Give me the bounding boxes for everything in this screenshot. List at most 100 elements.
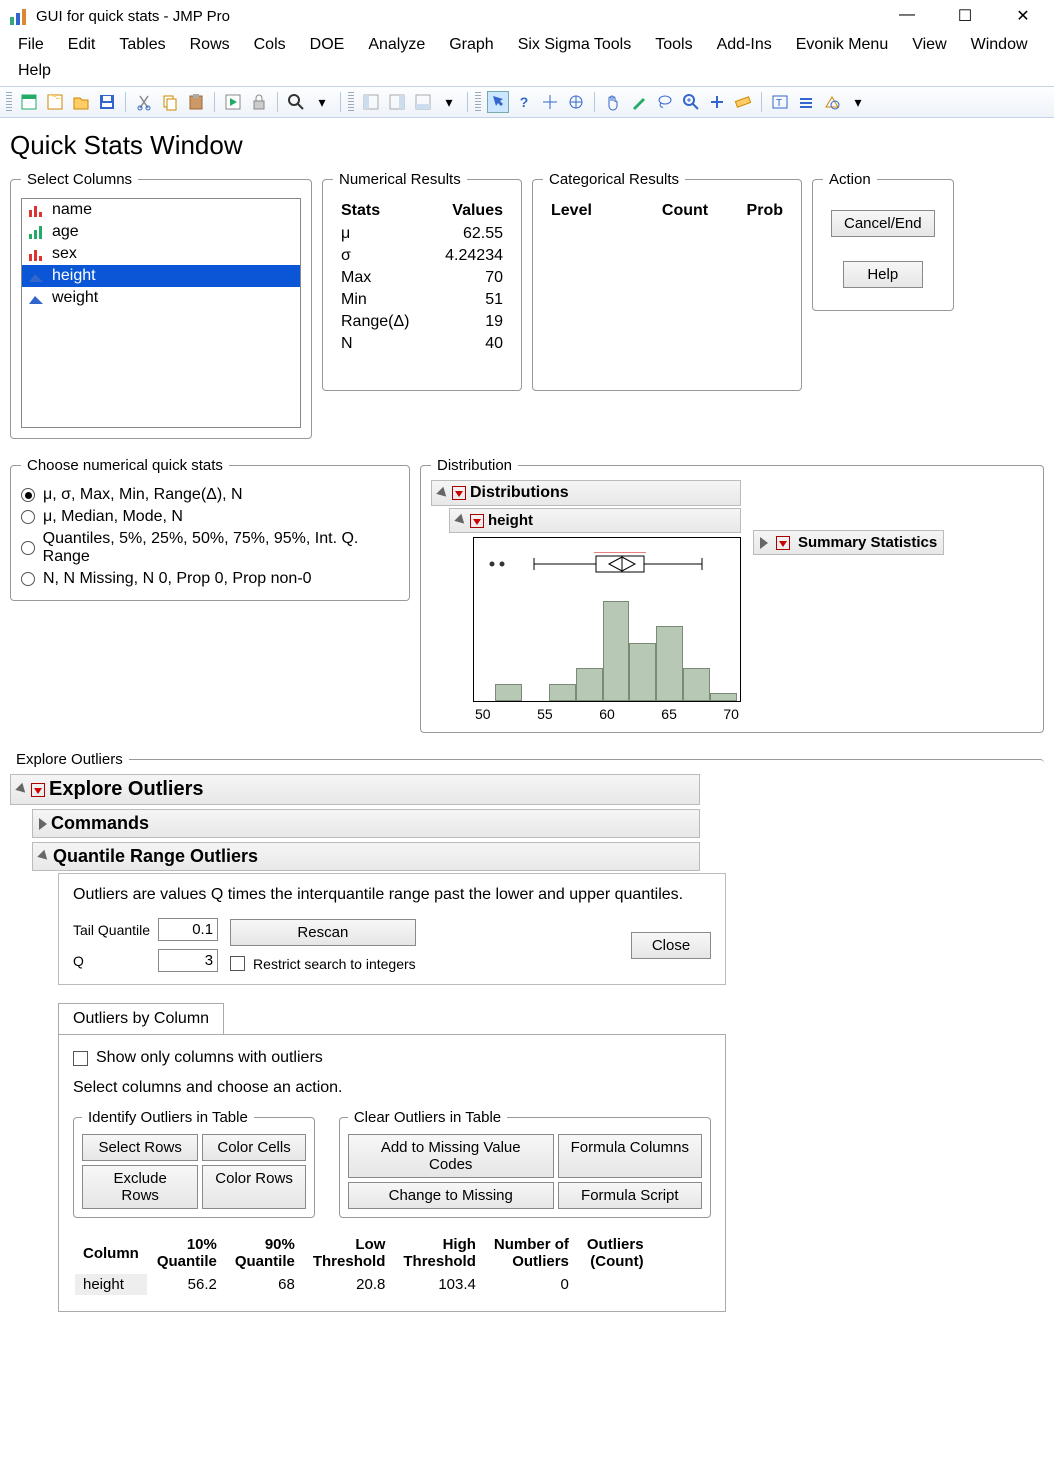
radio-icon[interactable] — [21, 572, 35, 586]
outlier-cell[interactable]: 0 — [486, 1274, 577, 1295]
histogram-bar[interactable] — [629, 643, 656, 701]
explore-outliers-header[interactable]: Explore Outliers — [10, 774, 700, 805]
quick-stat-option[interactable]: Quantiles, 5%, 25%, 50%, 75%, 95%, Int. … — [21, 528, 399, 568]
toolbar-gripper[interactable] — [348, 92, 354, 112]
menu-window[interactable]: Window — [959, 32, 1040, 58]
menu-file[interactable]: File — [6, 32, 56, 58]
text-tool-icon[interactable]: T — [769, 91, 791, 113]
hot-spot-icon[interactable] — [470, 514, 484, 528]
column-item-age[interactable]: age — [22, 221, 300, 243]
histogram-bar[interactable] — [495, 684, 522, 701]
q-input[interactable] — [158, 949, 218, 972]
column-item-name[interactable]: name — [22, 199, 300, 221]
summary-statistics-header[interactable]: Summary Statistics — [753, 530, 944, 555]
arrow-tool-icon[interactable] — [487, 91, 509, 113]
restrict-checkbox[interactable] — [230, 956, 245, 971]
copy-icon[interactable] — [159, 91, 181, 113]
ruler-tool-icon[interactable] — [732, 91, 754, 113]
distributions-header[interactable]: Distributions — [431, 480, 741, 506]
help-tool-icon[interactable]: ? — [513, 91, 535, 113]
menu-doe[interactable]: DOE — [298, 32, 357, 58]
quick-stat-option[interactable]: N, N Missing, N 0, Prop 0, Prop non-0 — [21, 568, 399, 590]
line-tool-icon[interactable] — [795, 91, 817, 113]
menu-tables[interactable]: Tables — [107, 32, 177, 58]
histogram-bar[interactable] — [710, 693, 737, 701]
disclosure-triangle-icon[interactable] — [15, 783, 28, 796]
menu-cols[interactable]: Cols — [242, 32, 298, 58]
dropdown-icon[interactable]: ▾ — [847, 91, 869, 113]
column-list[interactable]: nameagesexheightweight — [21, 198, 301, 428]
outliers-by-column-tab[interactable]: Outliers by Column — [58, 1003, 224, 1034]
formula-columns-button[interactable]: Formula Columns — [558, 1134, 702, 1178]
close-button[interactable]: Close — [631, 932, 711, 959]
formula-script-button[interactable]: Formula Script — [558, 1182, 702, 1209]
hot-spot-icon[interactable] — [452, 486, 466, 500]
outlier-cell[interactable]: 20.8 — [305, 1274, 394, 1295]
disclosure-triangle-icon[interactable] — [39, 818, 47, 830]
outlier-cell[interactable]: 56.2 — [149, 1274, 225, 1295]
histogram[interactable] — [473, 537, 741, 702]
right-panel-icon[interactable] — [386, 91, 408, 113]
crosshair-icon[interactable] — [539, 91, 561, 113]
disclosure-triangle-icon[interactable] — [454, 514, 467, 527]
radio-icon[interactable] — [21, 510, 35, 524]
menu-view[interactable]: View — [900, 32, 958, 58]
select-rows-button[interactable]: Select Rows — [82, 1134, 198, 1161]
toolbar-gripper[interactable] — [475, 92, 481, 112]
bottom-panel-icon[interactable] — [412, 91, 434, 113]
hot-spot-icon[interactable] — [31, 783, 45, 797]
column-item-height[interactable]: height — [22, 265, 300, 287]
dropdown-icon[interactable]: ▾ — [311, 91, 333, 113]
cut-icon[interactable] — [133, 91, 155, 113]
open-icon[interactable] — [70, 91, 92, 113]
cancel-button[interactable]: Cancel/End — [831, 210, 935, 237]
brush-tool-icon[interactable] — [628, 91, 650, 113]
maximize-button[interactable]: ☐ — [950, 6, 980, 26]
dropdown-icon[interactable]: ▾ — [438, 91, 460, 113]
help-button[interactable]: Help — [843, 261, 923, 288]
close-button[interactable]: ✕ — [1008, 6, 1038, 26]
shape-tool-icon[interactable] — [821, 91, 843, 113]
qro-header[interactable]: Quantile Range Outliers — [32, 842, 700, 871]
histogram-bar[interactable] — [603, 601, 630, 701]
menu-addins[interactable]: Add-Ins — [705, 32, 784, 58]
radio-icon[interactable] — [21, 488, 35, 502]
menu-edit[interactable]: Edit — [56, 32, 108, 58]
disclosure-triangle-icon[interactable] — [37, 850, 50, 863]
commands-header[interactable]: Commands — [32, 809, 700, 838]
outlier-cell[interactable]: 68 — [227, 1274, 303, 1295]
color-rows-button[interactable]: Color Rows — [202, 1165, 306, 1209]
menu-evonik[interactable]: Evonik Menu — [784, 32, 901, 58]
histogram-bar[interactable] — [683, 668, 710, 701]
tail-quantile-input[interactable] — [158, 918, 218, 941]
color-cells-button[interactable]: Color Cells — [202, 1134, 306, 1161]
minimize-button[interactable]: — — [892, 6, 922, 26]
left-panel-icon[interactable] — [360, 91, 382, 113]
new-data-table-icon[interactable] — [18, 91, 40, 113]
menu-graph[interactable]: Graph — [437, 32, 505, 58]
add-tool-icon[interactable] — [706, 91, 728, 113]
variable-header[interactable]: height — [449, 508, 741, 533]
menu-tools[interactable]: Tools — [643, 32, 704, 58]
column-item-sex[interactable]: sex — [22, 243, 300, 265]
new-script-icon[interactable] — [44, 91, 66, 113]
add-to-missing-button[interactable]: Add to Missing Value Codes — [348, 1134, 554, 1178]
column-item-weight[interactable]: weight — [22, 287, 300, 309]
radio-icon[interactable] — [21, 541, 35, 555]
rescan-button[interactable]: Rescan — [230, 919, 416, 946]
disclosure-triangle-icon[interactable] — [436, 486, 449, 499]
outlier-cell[interactable] — [579, 1274, 652, 1295]
search-icon[interactable] — [285, 91, 307, 113]
histogram-bar[interactable] — [576, 668, 603, 701]
disclosure-triangle-icon[interactable] — [760, 537, 768, 549]
menu-rows[interactable]: Rows — [178, 32, 242, 58]
run-script-icon[interactable] — [222, 91, 244, 113]
save-icon[interactable] — [96, 91, 118, 113]
scroller-icon[interactable] — [565, 91, 587, 113]
hot-spot-icon[interactable] — [776, 536, 790, 550]
histogram-bar[interactable] — [656, 626, 683, 701]
lasso-tool-icon[interactable] — [654, 91, 676, 113]
menu-help[interactable]: Help — [6, 58, 63, 84]
change-to-missing-button[interactable]: Change to Missing — [348, 1182, 554, 1209]
quick-stat-option[interactable]: μ, Median, Mode, N — [21, 506, 399, 528]
